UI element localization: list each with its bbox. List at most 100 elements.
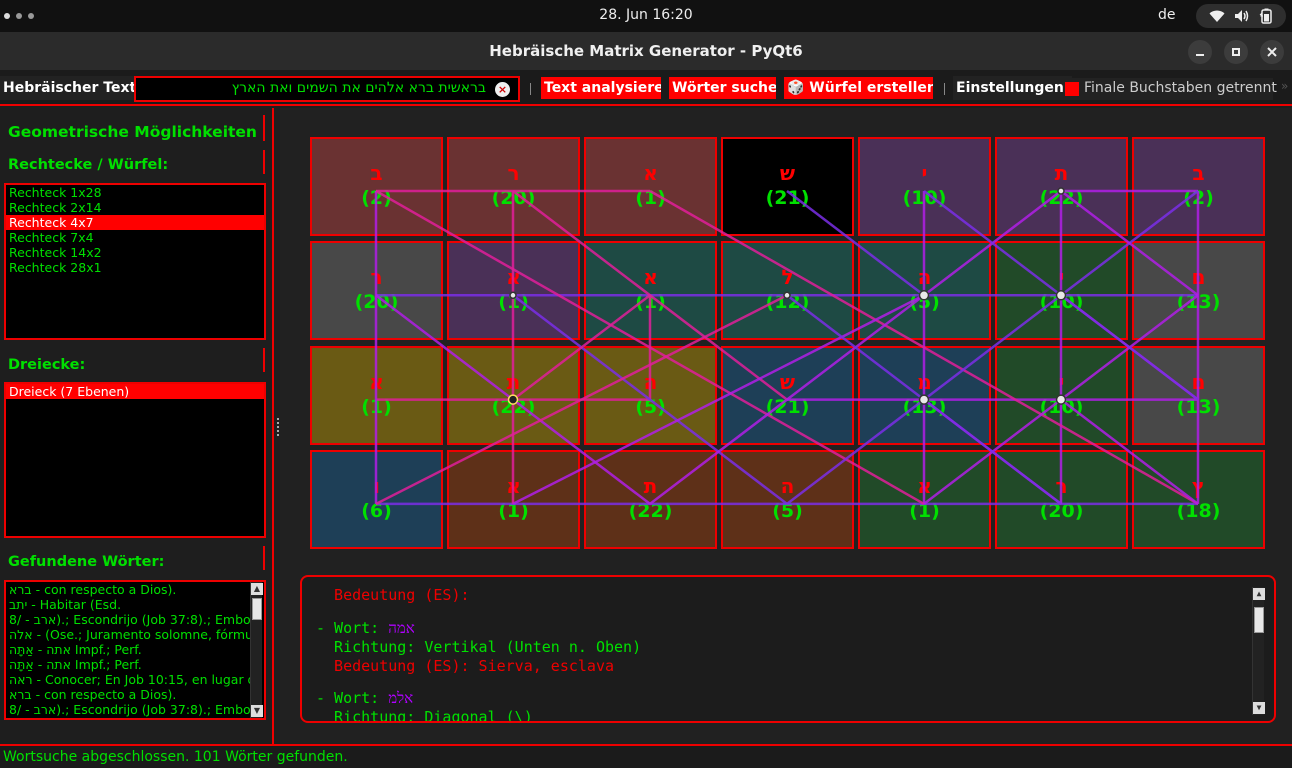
cell-value: (1) [909,499,940,522]
search-words-button[interactable]: Wörter suchen [669,77,776,99]
rectangles-list[interactable]: Rechteck 1x28 Rechteck 2x14 Rechteck 4x7 Re… [4,183,266,340]
rectangle-list-item[interactable]: Rechteck 1x28 [6,185,264,200]
word-prefix: - Wort: [316,619,389,637]
matrix-cell[interactable]: ת (22) [995,137,1128,236]
matrix-cell[interactable]: ר (20) [310,241,443,341]
rectangle-list-item[interactable]: Rechteck 2x14 [6,200,264,215]
clear-icon[interactable]: × [495,82,510,97]
close-icon [1267,47,1277,57]
final-letters-label: Finale Buchstaben getrennt [1084,80,1277,96]
matrix-cell[interactable]: א (1) [858,449,991,549]
cell-value: (1) [498,291,529,314]
results-output[interactable]: Bedeutung (ES): - Wort: אמה Richtung: Ve… [300,575,1276,723]
matrix-cell[interactable]: ה (5) [721,449,854,549]
output-meaning-line: Bedeutung (ES): [316,586,470,604]
cell-letter: ם [1191,369,1206,394]
matrix-cell[interactable]: ה (5) [584,345,717,445]
rectangle-list-item[interactable]: Rechteck 7x4 [6,230,264,245]
found-word-item[interactable]: אתה - אַתָּה Impf.; Perf. [6,642,250,657]
maximize-button[interactable] [1224,40,1248,64]
window-title-bar[interactable]: Hebräische Matrix Generator - PyQt6 [0,32,1292,70]
matrix-cell[interactable]: א (1) [447,449,580,549]
triangles-list[interactable]: Dreieck (7 Ebenen) [4,382,266,538]
cell-letter: ת [643,473,658,498]
matrix-cell[interactable]: ם (13) [1132,345,1265,445]
checkbox-indicator[interactable] [1065,82,1079,96]
keyboard-layout-indicator[interactable]: de [1158,7,1176,23]
matrix-cell[interactable]: ש (21) [721,345,854,445]
minimize-icon [1196,54,1204,56]
cell-value: (13) [1176,395,1221,418]
system-status-menu[interactable] [1196,4,1286,28]
panel-splitter[interactable] [277,418,279,436]
cell-value: (20) [354,291,399,314]
final-letters-checkbox[interactable]: Finale Buchstaben getrennt [1063,78,1277,100]
scroll-down-icon[interactable]: ▼ [1253,702,1265,714]
matrix-cell[interactable]: ו (6) [310,449,443,549]
analyze-text-button[interactable]: Text analysieren [541,77,661,99]
section-divider [263,546,265,570]
matrix-cell[interactable]: ץ (18) [1132,449,1265,549]
word-prefix: - Wort: [316,689,389,707]
matrix-cell[interactable]: ם (13) [1132,241,1265,341]
found-word-item[interactable]: ברא - con respecto a Dios). [6,687,250,702]
cell-value: (10) [1039,395,1084,418]
scroll-thumb[interactable] [252,598,262,620]
scroll-up-icon[interactable]: ▲ [251,583,263,595]
words-scrollbar[interactable]: ▲ ▼ [250,582,263,718]
cell-letter: ה [917,265,932,290]
found-word-item[interactable]: אתה - אַתָּה Impf.; Perf. [6,657,250,672]
clock[interactable]: 28. Jun 16:20 [0,7,1292,23]
matrix-cell[interactable]: ב (2) [310,137,443,236]
scroll-thumb[interactable] [1254,607,1264,633]
found-word-item[interactable]: ברא - con respecto a Dios). [6,582,250,597]
matrix-cell[interactable]: ר (20) [995,449,1128,549]
found-word-item[interactable]: אלה - (Ose.; Juramento solomne, fórmula; [6,627,250,642]
matrix-cell[interactable]: ב (2) [1132,137,1265,236]
found-words-list[interactable]: ברא - con respecto a Dios). יתב - Habitar… [4,580,266,720]
matrix-cell[interactable]: י (10) [858,137,991,236]
rectangle-list-item[interactable]: Rechteck 28x1 [6,260,264,275]
scroll-up-icon[interactable]: ▲ [1253,588,1265,600]
status-message: Wortsuche abgeschlossen. 101 Wörter gefu… [3,749,348,765]
cell-letter: ת [506,369,521,394]
matrix-cell[interactable]: א (1) [584,137,717,236]
matrix-cell[interactable]: י (10) [995,345,1128,445]
found-word-item[interactable]: יתב - Habitar (Esd. [6,597,250,612]
rectangle-list-item[interactable]: Rechteck 4x7 [6,215,264,230]
matrix-cell[interactable]: י (10) [995,241,1128,341]
matrix-cell[interactable]: ה (5) [858,241,991,341]
cell-value: (20) [1039,499,1084,522]
cell-value: (5) [909,291,940,314]
minimize-button[interactable] [1188,40,1212,64]
matrix-cell[interactable]: ת (22) [447,345,580,445]
matrix-cell[interactable]: ר (20) [447,137,580,236]
output-scrollbar[interactable]: ▲ ▼ [1252,587,1265,715]
matrix-cell[interactable]: ל (12) [721,241,854,341]
cell-value: (2) [361,187,392,209]
matrix-cell[interactable]: א (1) [310,345,443,445]
cell-letter: א [369,369,384,394]
matrix-cell[interactable]: ש (21) [721,137,854,236]
found-word-item[interactable]: ראה - Conocer; En Job 10:15, en lugar de [6,672,250,687]
cell-letter: א [643,161,658,185]
scroll-down-icon[interactable]: ▼ [251,705,263,717]
cell-value: (1) [635,187,666,209]
found-word-item[interactable]: 8/ - ארב).; Escondrijo (Job 37:8).; Embo… [6,702,250,717]
create-cube-button[interactable]: 🎲 Würfel erstellen... [784,77,933,99]
rectangle-list-item[interactable]: Rechteck 14x2 [6,245,264,260]
matrix-cell[interactable]: א (1) [447,241,580,341]
cell-value: (13) [1176,291,1221,314]
found-word-item[interactable]: 8/ - ארב).; Escondrijo (Job 37:8).; Embo… [6,612,250,627]
triangle-list-item[interactable]: Dreieck (7 Ebenen) [6,384,264,399]
toolbar-extension-icon[interactable]: » [1281,79,1288,93]
close-button[interactable] [1260,40,1284,64]
cell-letter: ר [1055,473,1068,498]
matrix-cell[interactable]: א (1) [584,241,717,341]
cell-value: (1) [498,499,529,522]
matrix-cell[interactable]: מ (13) [858,345,991,445]
section-divider [263,348,265,372]
cell-letter: ב [1192,161,1205,185]
hebrew-text-input[interactable]: בראשית ברא אלהים את השמים ואת הארץ × [134,76,520,102]
matrix-cell[interactable]: ת (22) [584,449,717,549]
